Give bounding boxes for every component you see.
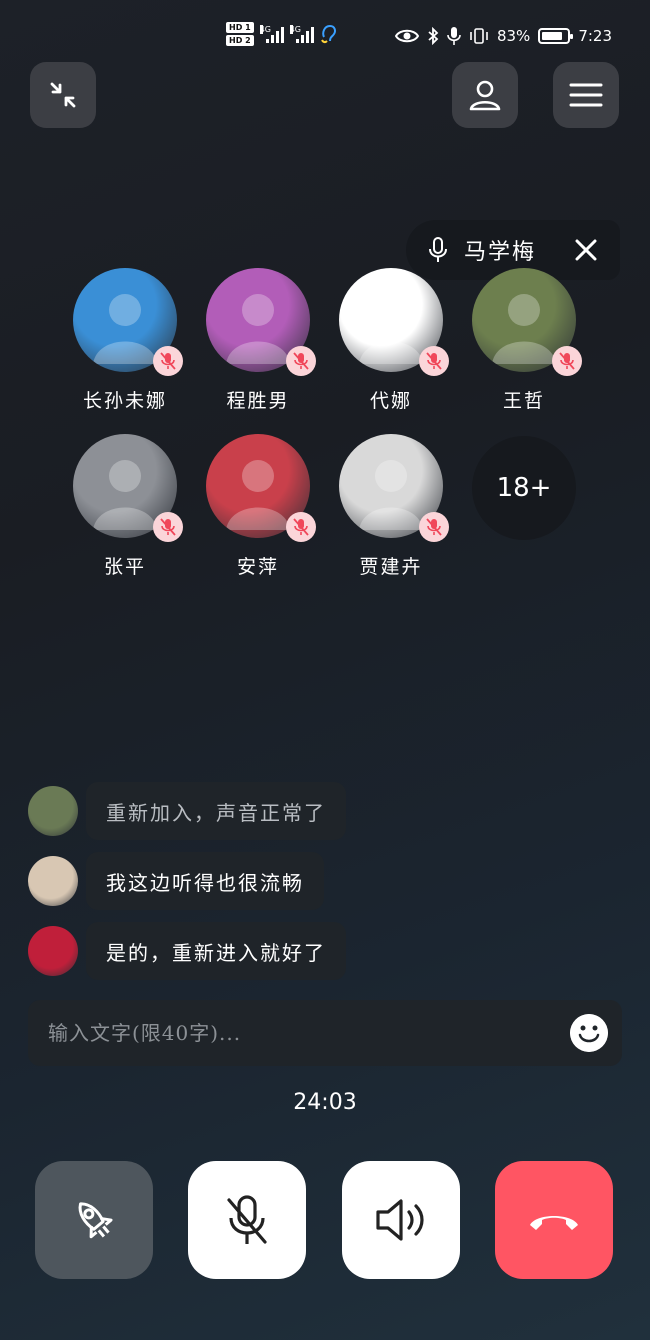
- muted-badge: [419, 512, 449, 542]
- more-participants-button[interactable]: 18+: [472, 436, 576, 540]
- battery-fill: [542, 32, 563, 40]
- muted-badge: [153, 512, 183, 542]
- participant-tile[interactable]: 长孙未娜: [55, 268, 195, 413]
- chat-message: 是的，重新进入就好了: [28, 922, 346, 980]
- muted-badge: [286, 512, 316, 542]
- battery-icon: [538, 28, 574, 44]
- close-icon[interactable]: [572, 236, 600, 264]
- speaker-button[interactable]: [342, 1161, 460, 1279]
- microphone-off-icon: [293, 352, 309, 370]
- participant-name: 长孙未娜: [82, 390, 167, 412]
- rocket-share-icon: [78, 1202, 113, 1239]
- microphone-off-icon: [227, 1195, 267, 1244]
- participants-button[interactable]: [452, 62, 518, 128]
- hd2-badge: HD 2: [226, 35, 254, 46]
- speaker-name: 马学梅: [464, 240, 537, 265]
- bluetooth-icon: [428, 27, 439, 45]
- person-icon: [469, 80, 501, 111]
- hd-indicators: HD 1 HD 2: [226, 22, 254, 46]
- muted-badge: [286, 346, 316, 376]
- chat-bubble: 我这边听得也很流畅: [86, 852, 324, 910]
- chat-bubble: 是的，重新进入就好了: [86, 922, 346, 980]
- participant-name: 代娜: [369, 390, 412, 412]
- menu-button[interactable]: [553, 62, 619, 128]
- hd1-badge: HD 1: [226, 22, 254, 33]
- participant-tile[interactable]: 代娜: [321, 268, 461, 413]
- microphone-off-icon: [426, 518, 442, 536]
- participant-name: 张平: [103, 556, 146, 578]
- microphone-off-icon: [293, 518, 309, 536]
- vibrate-icon: [470, 28, 488, 44]
- participant-tile[interactable]: 安萍: [188, 434, 328, 579]
- chat-bubble: 重新加入，声音正常了: [86, 782, 346, 840]
- call-timer: 24:03: [293, 1090, 357, 1115]
- status-left: HD 1 HD 2 4G 4G: [226, 22, 338, 46]
- muted-badge: [552, 346, 582, 376]
- mute-microphone-button[interactable]: [188, 1161, 306, 1279]
- microphone-off-icon: [426, 352, 442, 370]
- microphone-off-icon: [160, 518, 176, 536]
- participant-tile[interactable]: 贾建卉: [321, 434, 461, 579]
- status-bar: HD 1 HD 2 4G 4G 83% 7:23: [0, 22, 650, 56]
- message-input-box: [28, 1000, 622, 1066]
- status-right: 83% 7:23: [394, 26, 612, 46]
- participant-name: 王哲: [502, 390, 545, 412]
- screen-share-button[interactable]: [35, 1161, 153, 1279]
- participant-tile[interactable]: 程胜男: [188, 268, 328, 413]
- muted-badge: [419, 346, 449, 376]
- microphone-icon: [429, 237, 447, 262]
- muted-badge: [153, 346, 183, 376]
- minimize-icon: [50, 82, 76, 108]
- participant-tile[interactable]: 张平: [55, 434, 195, 579]
- emoji-icon[interactable]: [570, 1014, 608, 1052]
- microphone-off-icon: [160, 352, 176, 370]
- chat-message: 我这边听得也很流畅: [28, 852, 324, 910]
- minimize-button[interactable]: [30, 62, 96, 128]
- clock: 7:23: [578, 27, 612, 45]
- hearing-aid-icon: [320, 24, 336, 44]
- participant-name: 贾建卉: [359, 556, 423, 578]
- chat-avatar: [28, 926, 78, 976]
- hang-up-icon: [530, 1216, 578, 1230]
- microphone-off-icon: [559, 352, 575, 370]
- signal2-icon: 4G: [289, 25, 314, 43]
- battery-percent: 83%: [496, 27, 531, 45]
- speaker-icon: [376, 1199, 424, 1241]
- microphone-status-icon: [447, 27, 461, 45]
- menu-icon: [569, 83, 603, 107]
- hang-up-button[interactable]: [495, 1161, 613, 1279]
- message-input[interactable]: [48, 1016, 548, 1050]
- participant-name: 程胜男: [226, 390, 290, 412]
- participant-tile[interactable]: 王哲: [454, 268, 594, 413]
- chat-avatar: [28, 856, 78, 906]
- chat-avatar: [28, 786, 78, 836]
- eye-icon: [394, 29, 419, 43]
- participant-name: 安萍: [236, 556, 279, 578]
- chat-message: 重新加入，声音正常了: [28, 782, 346, 840]
- signal2-label: 4G: [289, 25, 301, 34]
- signal1-icon: 4G: [259, 25, 284, 43]
- signal1-label: 4G: [259, 25, 271, 34]
